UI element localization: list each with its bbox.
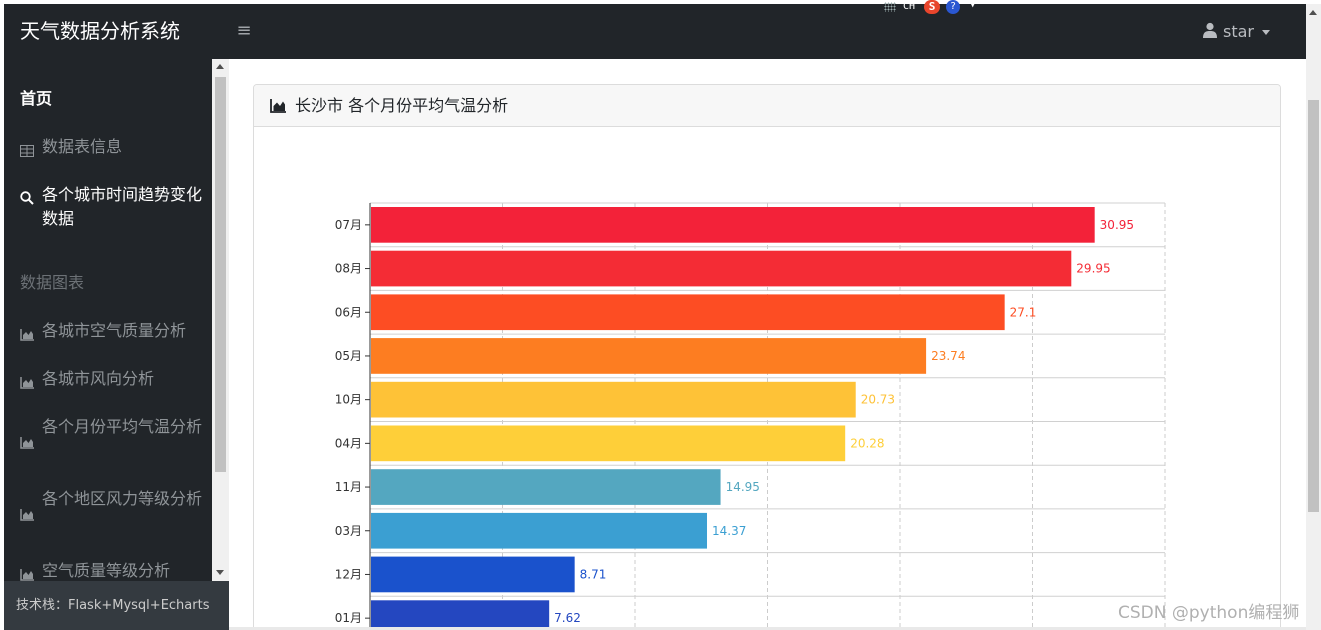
area-chart-icon (20, 372, 34, 389)
menu-toggle-icon[interactable]: ≡ (234, 18, 254, 44)
data-label: 14.95 (726, 480, 760, 494)
page-scrollbar[interactable] (1306, 4, 1321, 630)
tech-stack-footer: 技术栈：Flask+Mysql+Echarts (4, 581, 229, 630)
search-icon (20, 188, 34, 205)
bar (371, 512, 708, 549)
scroll-up-icon[interactable] (216, 64, 224, 69)
sidebar-scrollbar[interactable] (212, 59, 229, 581)
scroll-down-icon[interactable] (216, 570, 224, 575)
data-label: 30.95 (1100, 218, 1134, 232)
bar (371, 469, 721, 505)
table-icon (20, 140, 34, 157)
sidebar-item-label: 数据表信息 (42, 137, 123, 156)
sidebar-item-wind-level[interactable]: 各个地区风力等级分析 (4, 487, 212, 521)
y-tick-label: 08月 (335, 262, 362, 276)
bar (371, 294, 1005, 331)
sidebar-item-label: 各个城市时间趋势变化数据 (42, 185, 203, 228)
app-brand[interactable]: 天气数据分析系统 (20, 4, 180, 59)
y-tick-label: 07月 (335, 218, 362, 232)
data-label: 8.71 (580, 567, 607, 581)
area-chart-icon (20, 564, 34, 581)
ime-language[interactable]: CH (903, 0, 915, 14)
top-navbar: 天气数据分析系统 ≡ star (4, 4, 1306, 59)
area-chart-icon (20, 324, 34, 341)
area-chart-icon (20, 432, 34, 449)
sidebar-item-label: 各个地区风力等级分析 (42, 489, 203, 508)
chart-card: 长沙市 各个月份平均气温分析 07月 30.95 08月 29.95 06月 27.1 05… (253, 84, 1281, 630)
sidebar: 首页 数据表信息 各个城市时间趋势变化数据 数据图表 各城市空气质量分析 各城市… (4, 59, 229, 630)
bar (371, 425, 846, 462)
sidebar-section-heading: 数据图表 (20, 273, 85, 292)
watermark: CSDN @python编程狮 (1118, 603, 1300, 623)
chart-area: 07月 30.95 08月 29.95 06月 27.1 05月 23.74 10月 20.73 0… (254, 127, 1280, 630)
sidebar-item-monthly-temp[interactable]: 各个月份平均气温分析 (4, 415, 212, 449)
help-icon[interactable]: ? (946, 0, 960, 14)
data-label: 7.62 (554, 611, 581, 625)
sidebar-item-wind-direction[interactable]: 各城市风向分析 (4, 367, 212, 391)
sidebar-item-home[interactable]: 首页 (4, 87, 212, 111)
bar (371, 556, 575, 593)
sidebar-item-label: 首页 (20, 89, 53, 108)
sidebar-item-air-quality[interactable]: 各城市空气质量分析 (4, 319, 212, 343)
sidebar-item-trend[interactable]: 各个城市时间趋势变化数据 (4, 183, 212, 231)
data-label: 29.95 (1076, 262, 1110, 276)
sidebar-item-label: 空气质量等级分析 (42, 561, 171, 580)
card-header: 长沙市 各个月份平均气温分析 (254, 85, 1280, 127)
y-tick-label: 04月 (335, 436, 362, 450)
keyboard-grid-icon[interactable] (884, 2, 896, 12)
sidebar-item-label: 各城市风向分析 (42, 369, 155, 388)
y-tick-label: 05月 (335, 349, 362, 363)
data-label: 27.1 (1010, 305, 1037, 319)
y-tick-label: 10月 (335, 393, 362, 407)
bar (371, 207, 1095, 243)
scrollbar-thumb[interactable] (1308, 100, 1319, 512)
bar (371, 250, 1072, 287)
y-tick-label: 03月 (335, 524, 362, 538)
sidebar-item-label: 各个月份平均气温分析 (42, 417, 203, 436)
scroll-up-icon[interactable] (1309, 10, 1317, 15)
sidebar-item-label: 各城市空气质量分析 (42, 321, 187, 340)
bar-chart: 07月 30.95 08月 29.95 06月 27.1 05月 23.74 10月 20.73 0… (335, 202, 1166, 630)
data-label: 14.37 (712, 524, 746, 538)
card-title: 长沙市 各个月份平均气温分析 (295, 96, 509, 115)
y-tick-label: 11月 (335, 480, 362, 494)
y-tick-label: 12月 (335, 567, 362, 581)
data-label: 20.28 (850, 436, 884, 450)
ime-dropdown-icon[interactable]: ▾ (970, 0, 975, 12)
bar (371, 381, 856, 418)
y-tick-label: 06月 (335, 305, 362, 319)
scrollbar-thumb[interactable] (215, 77, 226, 472)
user-menu[interactable]: star (1203, 4, 1270, 59)
data-label: 20.73 (861, 393, 895, 407)
chevron-down-icon (1262, 30, 1270, 35)
app-root: 天气数据分析系统 ≡ star CH S ? ▾ 首页 数据表信息 各个城市时间… (0, 0, 1321, 630)
area-chart-icon (270, 98, 286, 113)
y-tick-label: 01月 (335, 611, 362, 625)
sidebar-item-tables[interactable]: 数据表信息 (4, 135, 212, 159)
user-icon (1203, 5, 1217, 60)
data-label: 23.74 (931, 349, 965, 363)
area-chart-icon (20, 504, 34, 521)
sogou-logo-icon[interactable]: S (924, 0, 940, 14)
user-name: star (1223, 22, 1254, 41)
bar (371, 600, 550, 630)
ime-toolbar: CH S ? ▾ (884, 0, 984, 16)
bar (371, 338, 927, 374)
sidebar-item-aqi-level[interactable]: 空气质量等级分析 (4, 559, 212, 583)
